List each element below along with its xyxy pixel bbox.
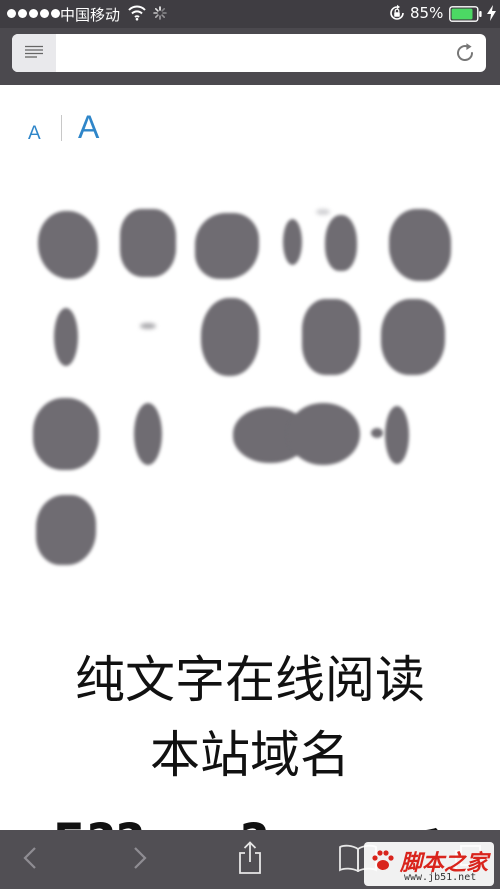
battery-icon (449, 6, 483, 26)
paw-logo-icon (370, 848, 396, 878)
article-headline-line1: 纯文字在线阅读 (75, 651, 425, 709)
back-arrow-icon (23, 846, 37, 874)
forward-button[interactable] (120, 830, 160, 889)
watermark-url: www.jb51.net (404, 872, 477, 883)
partial-text-right: 手 (396, 813, 446, 830)
battery-percent: 85% (410, 4, 444, 22)
status-bar: 中国移动 85% (0, 0, 500, 28)
site-watermark: 脚本之家 www.jb51.net (364, 842, 494, 886)
reload-icon (454, 43, 476, 68)
forward-arrow-icon (133, 846, 147, 874)
signal-dots-icon (7, 9, 60, 18)
partial-text-left: 5?? (52, 813, 145, 830)
reader-view-icon (24, 44, 44, 63)
wifi-icon (128, 5, 146, 25)
reader-view-button[interactable] (12, 34, 56, 72)
share-icon (236, 840, 264, 879)
reload-button[interactable] (454, 42, 476, 64)
share-button[interactable] (228, 830, 272, 889)
rotation-lock-icon (388, 4, 406, 26)
decrease-font-button[interactable]: A (28, 123, 41, 145)
charging-bolt-icon (487, 5, 496, 25)
reader-content: A A 纯文字在线阅读 本站域名 5?? ? 手 (0, 85, 500, 830)
address-field[interactable] (12, 34, 486, 72)
loading-spinner-icon (153, 6, 167, 24)
partial-text-mid: ? (240, 813, 269, 830)
font-size-divider (61, 115, 62, 141)
increase-font-button[interactable]: A (78, 109, 99, 146)
back-button[interactable] (10, 830, 50, 889)
navigation-bar (0, 28, 500, 85)
carrier-name: 中国移动 (60, 6, 121, 24)
article-headline-line2: 本站域名 (150, 726, 350, 784)
